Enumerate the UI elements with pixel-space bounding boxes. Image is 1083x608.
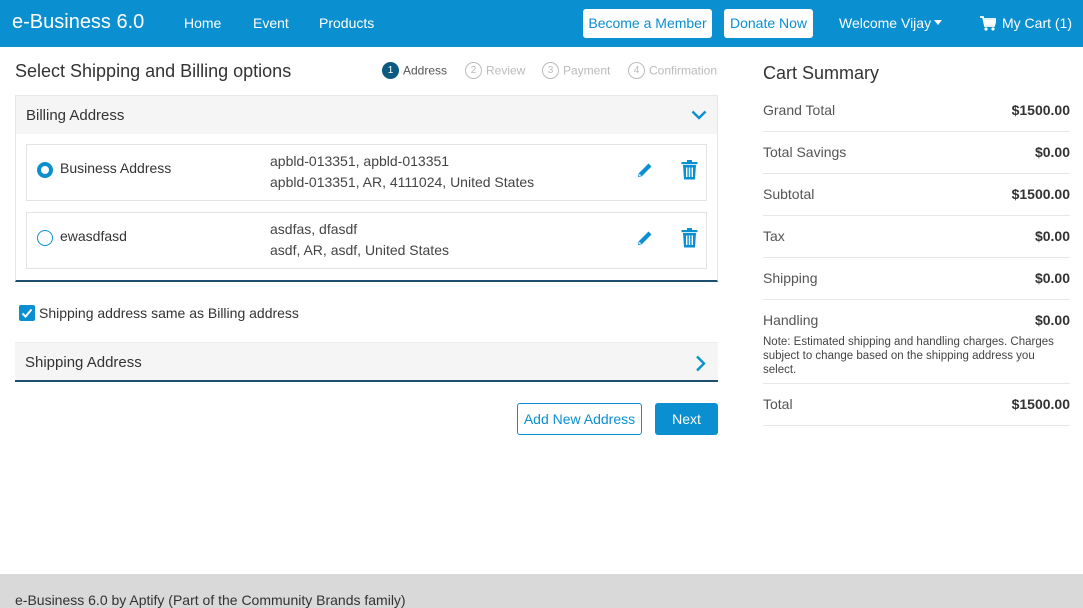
become-member-button[interactable]: Become a Member bbox=[583, 9, 712, 38]
summary-row-subtotal: Subtotal $1500.00 bbox=[763, 174, 1070, 216]
summary-label: Total bbox=[763, 396, 793, 412]
cart-summary-title: Cart Summary bbox=[763, 63, 880, 83]
summary-label: Subtotal bbox=[763, 186, 815, 202]
chevron-down-icon[interactable] bbox=[691, 110, 707, 120]
shipping-address-panel[interactable]: Shipping Address bbox=[15, 342, 718, 382]
user-menu[interactable]: Welcome Vijay bbox=[839, 15, 943, 31]
same-as-billing-checkbox[interactable] bbox=[19, 305, 35, 321]
top-navbar: e-Business 6.0 Home Event Products Becom… bbox=[0, 0, 1083, 47]
address-line-2: apbld-013351, AR, 4111024, United States bbox=[270, 174, 535, 190]
cart-label: My Cart (1) bbox=[1002, 15, 1072, 31]
add-new-address-button[interactable]: Add New Address bbox=[517, 403, 642, 435]
summary-label: Shipping bbox=[763, 270, 818, 286]
donate-now-button[interactable]: Donate Now bbox=[724, 9, 813, 38]
step-confirmation: 4 Confirmation bbox=[628, 62, 717, 79]
summary-row-tax: Tax $0.00 bbox=[763, 216, 1070, 258]
summary-label: Handling bbox=[763, 312, 819, 328]
shipping-panel-title: Shipping Address bbox=[25, 354, 142, 371]
billing-address-panel: Billing Address Business Address apbld-0… bbox=[15, 95, 718, 282]
summary-row-shipping: Shipping $0.00 bbox=[763, 258, 1070, 300]
summary-row-handling: Handling $0.00 Note: Estimated shipping … bbox=[763, 300, 1070, 384]
step-number: 3 bbox=[542, 62, 559, 79]
step-label: Address bbox=[403, 63, 448, 78]
same-as-billing-row: Shipping address same as Billing address bbox=[19, 305, 299, 321]
my-cart-link[interactable]: My Cart (1) bbox=[980, 15, 1072, 31]
address-name: ewasdfasd bbox=[60, 228, 127, 244]
step-label: Review bbox=[486, 63, 526, 78]
step-number: 2 bbox=[465, 62, 482, 79]
check-icon bbox=[21, 308, 33, 318]
edit-icon[interactable] bbox=[636, 161, 654, 179]
step-address: 1 Address bbox=[382, 62, 447, 79]
trash-icon[interactable] bbox=[681, 228, 698, 248]
summary-label: Total Savings bbox=[763, 144, 847, 160]
address-line-1: asdfas, dfasdf bbox=[270, 221, 358, 237]
summary-row-total: Total $1500.00 bbox=[763, 384, 1070, 426]
summary-value: $0.00 bbox=[1034, 312, 1070, 328]
step-label: Payment bbox=[563, 63, 611, 78]
summary-label: Tax bbox=[763, 228, 785, 244]
welcome-label: Welcome Vijay bbox=[839, 15, 932, 31]
address-card: Business Address apbld-013351, apbld-013… bbox=[26, 144, 707, 201]
same-as-billing-label[interactable]: Shipping address same as Billing address bbox=[39, 305, 299, 321]
address-line-1: apbld-013351, apbld-013351 bbox=[270, 153, 450, 169]
footer-text: e-Business 6.0 by Aptify (Part of the Co… bbox=[15, 592, 406, 608]
summary-row-total-savings: Total Savings $0.00 bbox=[763, 132, 1070, 174]
billing-panel-title: Billing Address bbox=[26, 107, 125, 124]
page-title: Select Shipping and Billing options bbox=[15, 61, 292, 81]
step-number: 1 bbox=[382, 62, 399, 79]
summary-value: $1500.00 bbox=[1011, 396, 1070, 412]
summary-label: Grand Total bbox=[763, 102, 836, 118]
step-review: 2 Review bbox=[465, 62, 525, 79]
address-radio[interactable] bbox=[37, 230, 53, 246]
address-card: ewasdfasd asdfas, dfasdf asdf, AR, asdf,… bbox=[26, 212, 707, 269]
footer: e-Business 6.0 by Aptify (Part of the Co… bbox=[0, 574, 1083, 608]
handling-note: Note: Estimated shipping and handling ch… bbox=[763, 336, 1054, 376]
nav-event[interactable]: Event bbox=[253, 15, 289, 31]
brand-logo[interactable]: e-Business 6.0 bbox=[12, 11, 144, 34]
cart-icon bbox=[980, 16, 998, 31]
trash-icon[interactable] bbox=[681, 160, 698, 180]
summary-value: $0.00 bbox=[1034, 228, 1070, 244]
nav-products[interactable]: Products bbox=[319, 15, 374, 31]
chevron-right-icon[interactable] bbox=[695, 355, 706, 372]
next-button[interactable]: Next bbox=[655, 403, 718, 435]
address-radio[interactable] bbox=[37, 162, 53, 178]
summary-row-grand-total: Grand Total $1500.00 bbox=[763, 90, 1070, 132]
nav-home[interactable]: Home bbox=[184, 15, 221, 31]
address-name: Business Address bbox=[60, 160, 172, 176]
summary-value: $0.00 bbox=[1034, 144, 1070, 160]
step-number: 4 bbox=[628, 62, 645, 79]
step-label: Confirmation bbox=[649, 63, 718, 78]
summary-value: $1500.00 bbox=[1011, 186, 1070, 202]
edit-icon[interactable] bbox=[636, 229, 654, 247]
address-line-2: asdf, AR, asdf, United States bbox=[270, 242, 449, 258]
summary-value: $1500.00 bbox=[1011, 102, 1070, 118]
summary-value: $0.00 bbox=[1034, 270, 1070, 286]
step-payment: 3 Payment bbox=[542, 62, 610, 79]
caret-down-icon bbox=[934, 20, 943, 26]
billing-panel-header[interactable]: Billing Address bbox=[16, 96, 717, 134]
